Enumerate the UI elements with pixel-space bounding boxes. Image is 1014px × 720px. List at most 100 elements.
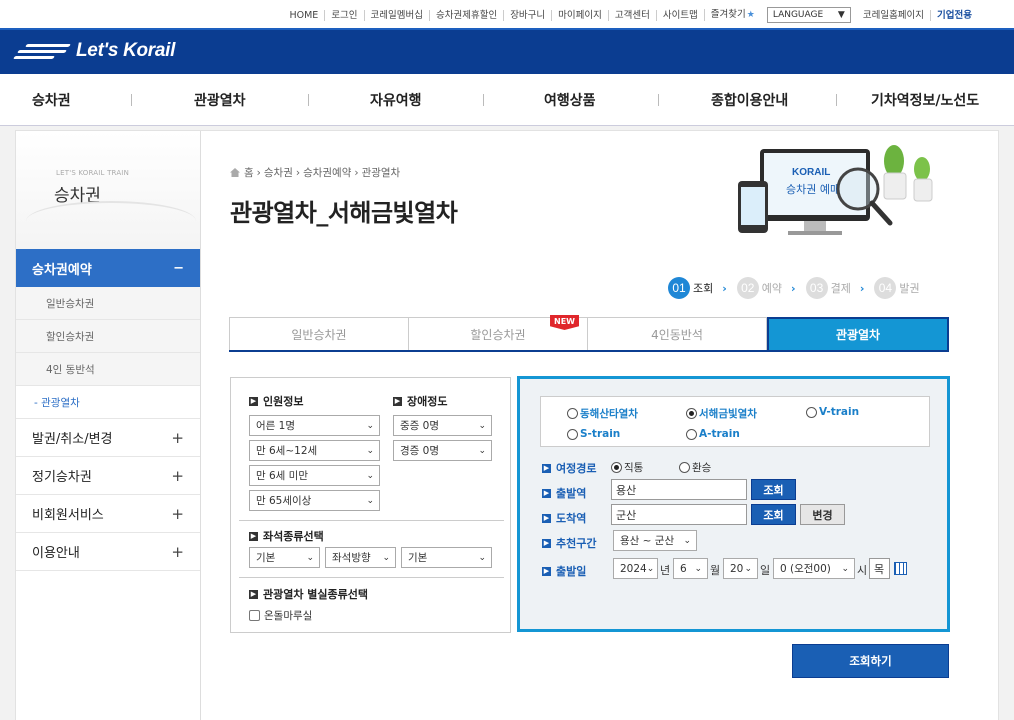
- search-button[interactable]: 조회하기: [792, 644, 949, 678]
- train-radio-east-santa[interactable]: 동해산타열차: [567, 406, 638, 421]
- util-homepage-link[interactable]: 코레일홈페이지: [857, 10, 930, 21]
- left-nav-sub-tourist[interactable]: - 관광열차: [16, 386, 200, 419]
- train-radio-vtrain[interactable]: V-train: [806, 406, 859, 418]
- left-nav-item-issue[interactable]: 발권/취소/변경 +: [16, 419, 200, 457]
- tab-group4[interactable]: 4인동반석: [588, 317, 767, 350]
- chevron-down-icon: ▼: [837, 10, 845, 20]
- gnb-tourist-train[interactable]: 관광열차: [194, 90, 246, 110]
- gnb-travel-products[interactable]: 여행상품: [544, 90, 596, 110]
- step-search: 01 조회 ›: [668, 277, 727, 299]
- recommended-route-select[interactable]: 용산 ~ 군산 ⌄: [613, 530, 697, 551]
- seat-type-heading-label: 좌석종류선택: [263, 530, 324, 543]
- tab-tourist[interactable]: 관광열차: [767, 317, 949, 350]
- util-home-link[interactable]: HOME: [283, 10, 324, 21]
- step-number: 02: [736, 277, 759, 299]
- route-direct-radio[interactable]: 직통: [611, 460, 643, 475]
- util-discount-link[interactable]: 승차권제휴할인: [429, 9, 503, 21]
- departure-lookup-button[interactable]: 조회: [751, 479, 796, 500]
- left-nav-item-guide[interactable]: 이용안내 +: [16, 533, 200, 571]
- breadcrumb-reservation[interactable]: 승차권예약: [303, 165, 351, 180]
- arrow-right-icon: ▶: [542, 463, 551, 473]
- day-select[interactable]: 20 ⌄: [723, 558, 758, 579]
- child-count-select[interactable]: 만 6세~12세 ⌄: [249, 440, 380, 461]
- left-nav-sub-general[interactable]: 일반승차권: [16, 287, 200, 320]
- departure-date-label-text: 출발일: [556, 565, 587, 578]
- util-login-link[interactable]: 로그인: [324, 9, 363, 21]
- util-cart-link[interactable]: 장바구니: [503, 9, 551, 21]
- day-unit: 일: [760, 564, 771, 577]
- room-type-heading-label: 관광열차 별실종류선택: [263, 588, 369, 601]
- reservation-illustration: KORAIL 승차권 예매: [738, 145, 933, 235]
- severe-disability-select[interactable]: 중증 0명 ⌄: [393, 415, 492, 436]
- chevron-down-icon: ⌄: [382, 552, 390, 563]
- mild-disability-select[interactable]: 경증 0명 ⌄: [393, 440, 492, 461]
- left-nav-item-label: 이용안내: [32, 546, 80, 561]
- util-membership-link[interactable]: 코레일멤버십: [363, 9, 429, 21]
- train-radio-west-gold[interactable]: 서해금빛열차: [686, 406, 757, 421]
- chevron-down-icon: ⌄: [366, 470, 374, 481]
- infant-count-select[interactable]: 만 6세 미만 ⌄: [249, 465, 380, 486]
- plus-icon: +: [171, 428, 184, 447]
- star-icon: ★: [746, 10, 755, 20]
- arrow-right-icon: ▶: [542, 513, 551, 523]
- util-sitemap-link[interactable]: 사이트맵: [655, 9, 704, 21]
- arrival-lookup-button[interactable]: 조회: [751, 504, 796, 525]
- gnb-station-info[interactable]: 기차역정보/노선도: [871, 90, 979, 110]
- util-mypage-link[interactable]: 마이페이지: [551, 9, 608, 21]
- seat-direction-select[interactable]: 좌석방향 ⌄: [325, 547, 396, 568]
- plus-icon: +: [171, 542, 184, 561]
- hour-select[interactable]: 0 (오전00) ⌄: [773, 558, 855, 579]
- util-favorites-link[interactable]: 즐겨찾기★: [703, 9, 761, 21]
- persons-heading: ▶ 인원정보: [249, 393, 303, 409]
- language-select[interactable]: LANGUAGE ▼: [766, 7, 851, 23]
- adult-count-select[interactable]: 어른 1명 ⌄: [249, 415, 380, 436]
- seat-position-select[interactable]: 기본 ⌄: [401, 547, 492, 568]
- seat-type-select[interactable]: 기본 ⌄: [249, 547, 320, 568]
- departure-station-input[interactable]: 용산: [611, 479, 747, 500]
- year-select[interactable]: 2024 ⌄: [613, 558, 658, 579]
- left-nav-sub-group4[interactable]: 4인 동반석: [16, 353, 200, 386]
- tab-discount[interactable]: 할인승차권 NEW: [409, 315, 588, 350]
- weekday-field: 목: [869, 558, 890, 579]
- ondol-room-checkbox[interactable]: 온돌마루실: [249, 608, 312, 623]
- arrival-station-input[interactable]: 군산: [611, 504, 747, 525]
- arrow-right-icon: ▶: [542, 488, 551, 498]
- korail-logo[interactable]: Let's Korail: [13, 40, 175, 62]
- chevron-down-icon: ⌄: [306, 552, 314, 563]
- tab-label: 할인승차권: [470, 327, 526, 342]
- util-corp-link[interactable]: 기업전용: [930, 9, 978, 21]
- left-nav-item-season[interactable]: 정기승차권 +: [16, 457, 200, 495]
- left-nav-item-guest[interactable]: 비회원서비스 +: [16, 495, 200, 533]
- select-value: 2024: [620, 562, 647, 575]
- gnb-guide[interactable]: 종합이용안내: [711, 90, 788, 110]
- month-select[interactable]: 6 ⌄: [673, 558, 708, 579]
- breadcrumb-home[interactable]: 홈: [244, 165, 254, 180]
- train-radio-strain[interactable]: S-train: [567, 428, 620, 440]
- train-radio-atrain[interactable]: A-train: [686, 428, 740, 440]
- gnb-divider: [483, 94, 484, 106]
- recommended-label: ▶ 추천구간: [542, 535, 596, 551]
- calendar-icon[interactable]: [894, 562, 907, 575]
- swap-stations-button[interactable]: 변경: [800, 504, 845, 525]
- left-nav-sub-discount[interactable]: 할인승차권: [16, 320, 200, 353]
- arrival-label-text: 도착역: [556, 512, 587, 525]
- chevron-right-icon: ›: [722, 281, 727, 295]
- tab-general[interactable]: 일반승차권: [229, 317, 409, 350]
- radio-label: 환승: [692, 462, 712, 474]
- senior-count-select[interactable]: 만 65세이상 ⌄: [249, 490, 380, 511]
- radio-circle: [567, 428, 578, 440]
- gnb-ticket[interactable]: 승차권: [32, 90, 71, 110]
- gnb-free-travel[interactable]: 자유여행: [370, 90, 422, 110]
- left-nav-item-reservation[interactable]: 승차권예약 −: [16, 249, 200, 287]
- radio-circle: [567, 408, 578, 419]
- route-transfer-radio[interactable]: 환승: [679, 460, 711, 475]
- departure-label-text: 출발역: [556, 487, 587, 500]
- breadcrumb-ticket[interactable]: 승차권: [264, 165, 293, 180]
- departure-label: ▶ 출발역: [542, 485, 586, 501]
- utility-bar: HOME 로그인 코레일멤버십 승차권제휴할인 장바구니 마이페이지 고객센터 …: [0, 0, 1014, 28]
- util-customer-link[interactable]: 고객센터: [607, 9, 656, 21]
- left-nav-subtitle: LET'S KORAIL TRAIN: [56, 169, 130, 177]
- select-value: 기본: [256, 552, 276, 564]
- chevron-down-icon: ⌄: [478, 552, 486, 563]
- breadcrumb-current: 관광열차: [361, 167, 401, 179]
